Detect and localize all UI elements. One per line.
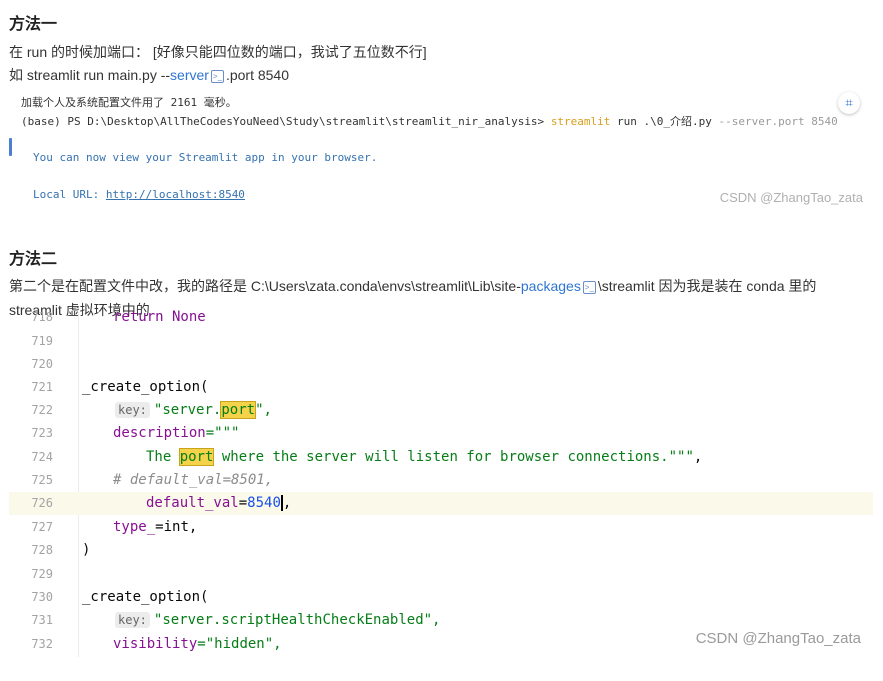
param-value: ="hidden", [197,636,282,652]
terminal-marker [9,138,12,156]
local-url-link[interactable]: http://localhost:8540 [106,188,245,201]
string-part: "server.scriptHealthCheckEnabled", [153,612,441,628]
paragraph-3-suffix: \streamlit 因为我是装在 conda 里的 [597,278,817,294]
code-line-729: 729 [9,563,873,586]
line-number: 729 [31,567,53,581]
param-name: visibility [113,636,198,652]
code-line-725: 725 # default_val=8501, [9,469,873,492]
code-text: description=""" [113,422,239,445]
server-link[interactable]: server [170,67,209,83]
param-value: =int, [155,519,198,535]
comma: , [282,495,292,511]
terminal-local-url: Local URL: http://localhost:8540 [33,188,245,201]
line-number: 725 [31,473,53,487]
search-highlight: port [178,448,215,466]
terminal-args: run .\0_介绍.py [610,115,719,128]
terminal-line-1: 加载个人及系统配置文件用了 2161 毫秒。 [21,96,237,109]
terminal-message: You can now view your Streamlit app in y… [33,151,378,164]
cursor-position[interactable]: 0 [272,495,283,511]
paragraph-2-suffix: .port 8540 [225,67,290,83]
code-line-730: 730 _create_option( [9,586,873,609]
line-number: 731 [31,613,53,627]
paragraph-3: 第二个是在配置文件中改，我的路径是 C:\Users\zata.conda\en… [9,276,816,296]
code-text: ) [82,542,91,558]
code-comment: # default_val=8501, [113,472,274,488]
line-number: 718 [31,310,53,324]
code-line-721: 721 _create_option( [9,376,873,399]
paragraph-2: 如 streamlit run main.py --server >_ .port … [9,65,289,85]
param-hint: key: [115,402,150,418]
code-text: return None [113,309,206,325]
code-text: key: "server.port", [115,399,272,422]
code-text: The port where the server will listen fo… [146,446,702,469]
code-editor-screenshot: 718 return None 719 720 721 _create_opti… [0,309,883,672]
line-number: 732 [31,637,53,651]
line-number: 721 [31,380,53,394]
string-part: =""" [205,425,240,441]
number-part: 854 [247,495,273,511]
line-number: 724 [31,450,53,464]
search-highlight: port [220,401,257,419]
string-part: where the server will listen for browser… [213,449,694,465]
terminal-flag: --server.port 8540 [718,115,838,128]
string-part: "server. [153,402,222,418]
line-number: 728 [31,543,53,557]
line-number: 723 [31,426,53,440]
code-text: _create_option( [82,589,209,605]
string-part: The [146,449,180,465]
code-text: type_=int, [113,516,197,539]
param-hint: key: [115,612,150,628]
code-line-723: 723 description=""" [9,422,873,445]
paragraph-2-text: 如 streamlit run main.py -- [9,67,171,83]
code-line-731: 731 key: "server.scriptHealthCheckEnabled… [9,609,873,632]
heading-method-1: 方法一 [9,16,58,33]
paragraph-3-text: 第二个是在配置文件中改，我的路径是 C:\Users\zata.conda\en… [9,278,521,294]
param-name: default_val [146,495,239,511]
scan-icon[interactable]: ⌗ [838,92,860,114]
line-number: 727 [31,520,53,534]
line-number: 719 [31,334,53,348]
param-name: description [113,425,206,441]
terminal-cmd: streamlit [550,115,611,128]
code-text: key: "server.scriptHealthCheckEnabled", [115,609,440,632]
line-number: 730 [31,590,53,604]
code-line-726: 726 default_val=8540, [9,492,873,515]
watermark-2: CSDN @ZhangTao_zata [695,630,861,647]
local-url-label: Local URL: [33,188,106,201]
line-number: 720 [31,357,53,371]
comma: , [693,449,703,465]
code-line-724: 724 The port where the server will liste… [9,446,873,469]
string-part: ", [255,402,272,418]
code-line-718: 718 return None [9,306,873,329]
code-line-728: 728 ) [9,539,873,562]
equals: = [238,495,248,511]
terminal-prompt: (base) PS D:\Desktop\AllTheCodesYouNeed\… [21,115,551,128]
packages-link[interactable]: packages [521,278,581,294]
external-link-icon[interactable]: >_ [210,69,224,83]
watermark-1: CSDN @ZhangTao_zata [719,190,863,205]
code-line-719: 719 [9,330,873,353]
line-number: 726 [31,496,53,510]
code-text: default_val=8540, [146,492,291,515]
external-link-icon[interactable]: >_ [582,280,596,294]
line-number: 722 [31,403,53,417]
code-text: _create_option( [82,379,209,395]
heading-method-2: 方法二 [9,251,58,268]
terminal-command-line: (base) PS D:\Desktop\AllTheCodesYouNeed\… [21,113,838,129]
code-text: visibility="hidden", [113,633,282,656]
code-line-720: 720 [9,353,873,376]
param-name: type_ [113,519,156,535]
code-line-727: 727 type_=int, [9,516,873,539]
paragraph-1: 在 run 的时候加端口： [好像只能四位数的端口，我试了五位数不行] [9,44,427,60]
code-line-722: 722 key: "server.port", [9,399,873,422]
